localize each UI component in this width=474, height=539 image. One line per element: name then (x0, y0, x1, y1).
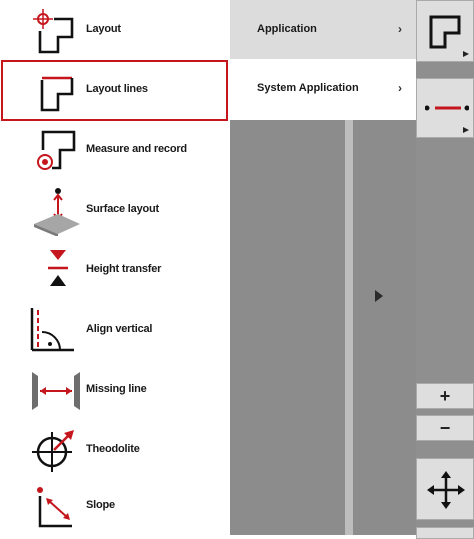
chevron-right-icon: › (398, 81, 402, 95)
chevron-right-icon: › (398, 22, 402, 36)
submenu-item-label: System Application (257, 82, 359, 94)
surface-layout-icon (34, 188, 80, 236)
layout-lines-icon (429, 15, 461, 49)
layout-icon (33, 9, 74, 54)
slope-icon (37, 487, 72, 528)
submenu-item-application[interactable]: Application › (230, 0, 416, 59)
menu-item-label: Measure and record (86, 143, 187, 155)
zoom-in-label: + (439, 386, 451, 406)
menu-item-label: Slope (86, 499, 115, 511)
zoom-out-label: − (439, 418, 451, 438)
submenu: Application › System Application › (230, 0, 416, 120)
menu-item-layout[interactable]: Layout (0, 0, 230, 59)
menu-item-surface-layout[interactable]: Surface layout (0, 180, 230, 239)
menu-item-label: Layout (86, 23, 121, 35)
line-tool-icon (425, 105, 469, 111)
measure-record-icon (37, 130, 76, 170)
tool-button[interactable] (416, 78, 474, 138)
selected-item-highlight (1, 60, 228, 121)
menu-item-measure-and-record[interactable]: Measure and record (0, 120, 230, 179)
pan-button[interactable] (416, 458, 474, 520)
menu-item-align-vertical[interactable]: Align vertical (0, 300, 230, 359)
zoom-in-button[interactable]: + (416, 383, 474, 409)
scroll-strip[interactable] (345, 120, 353, 535)
zoom-out-button[interactable]: − (416, 415, 474, 441)
menu-item-label: Theodolite (86, 443, 140, 455)
expand-arrow-icon[interactable] (374, 290, 384, 302)
theodolite-icon (32, 430, 74, 472)
menu-item-missing-line[interactable]: Missing line (0, 360, 230, 419)
menu-item-slope[interactable]: Slope (0, 476, 230, 535)
submenu-item-label: Application (257, 23, 317, 35)
submenu-item-system-application[interactable]: System Application › (230, 59, 416, 120)
pan-arrows-icon (427, 471, 465, 509)
menu-item-height-transfer[interactable]: Height transfer (0, 240, 230, 299)
align-vertical-icon (30, 308, 74, 352)
height-transfer-icon (48, 250, 68, 286)
menu-item-label: Missing line (86, 383, 147, 395)
missing-line-icon (32, 372, 80, 410)
active-tool-button[interactable] (416, 0, 474, 62)
tool-button[interactable] (416, 527, 474, 539)
corner-arrow-icon (463, 127, 469, 133)
menu-item-theodolite[interactable]: Theodolite (0, 420, 230, 479)
corner-arrow-icon (463, 51, 469, 57)
menu-item-label: Align vertical (86, 323, 153, 335)
menu-item-label: Height transfer (86, 263, 162, 275)
menu-item-label: Surface layout (86, 203, 160, 215)
